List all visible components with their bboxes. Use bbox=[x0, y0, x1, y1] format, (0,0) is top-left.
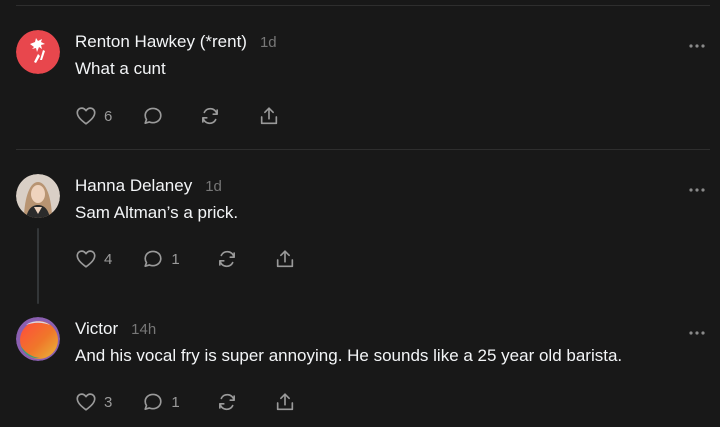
reply-button[interactable]: 1 bbox=[142, 248, 180, 270]
reply-button[interactable] bbox=[142, 105, 164, 127]
more-icon[interactable] bbox=[688, 36, 706, 48]
reply-button[interactable]: 1 bbox=[142, 391, 180, 413]
timestamp: 1d bbox=[259, 34, 277, 51]
share-icon bbox=[274, 391, 296, 413]
repost-button[interactable] bbox=[199, 105, 221, 127]
action-bar: 6 bbox=[75, 104, 280, 128]
share-icon bbox=[258, 105, 280, 127]
post-header: Hanna Delaney 1d bbox=[75, 176, 222, 198]
post-text: Sam Altman’s a prick. bbox=[75, 203, 239, 222]
divider bbox=[16, 149, 710, 150]
like-button[interactable]: 6 bbox=[75, 105, 112, 127]
heart-icon bbox=[75, 105, 97, 127]
username[interactable]: Victor bbox=[75, 319, 118, 339]
username[interactable]: Hanna Delaney bbox=[75, 176, 192, 196]
avatar[interactable] bbox=[16, 174, 60, 218]
action-bar: 3 1 bbox=[75, 390, 296, 414]
thread-feed: Renton Hawkey (*rent) 1d What a cunt 6 H… bbox=[0, 0, 720, 427]
like-count: 6 bbox=[104, 107, 113, 125]
thread-line bbox=[37, 228, 39, 304]
avatar[interactable] bbox=[16, 30, 60, 74]
reply-count: 1 bbox=[171, 393, 180, 411]
post-header: Victor 14h bbox=[75, 319, 156, 341]
post-text: What a cunt bbox=[75, 59, 166, 78]
username[interactable]: Renton Hawkey (*rent) bbox=[75, 32, 247, 52]
divider bbox=[16, 5, 710, 6]
repost-icon bbox=[199, 105, 221, 127]
share-button[interactable] bbox=[274, 248, 296, 270]
repost-icon bbox=[216, 248, 238, 270]
more-icon[interactable] bbox=[688, 323, 706, 335]
action-bar: 4 1 bbox=[75, 247, 296, 271]
avatar[interactable] bbox=[16, 317, 60, 361]
timestamp: 14h bbox=[131, 321, 157, 338]
comment-icon bbox=[142, 105, 164, 127]
like-button[interactable]: 3 bbox=[75, 391, 112, 413]
post-text: And his vocal fry is super annoying. He … bbox=[75, 346, 623, 365]
heart-icon bbox=[75, 391, 97, 413]
comment-icon bbox=[142, 248, 164, 270]
like-button[interactable]: 4 bbox=[75, 248, 112, 270]
repost-button[interactable] bbox=[216, 391, 238, 413]
share-button[interactable] bbox=[258, 105, 280, 127]
repost-icon bbox=[216, 391, 238, 413]
timestamp: 1d bbox=[205, 178, 222, 195]
repost-button[interactable] bbox=[216, 248, 238, 270]
post-header: Renton Hawkey (*rent) 1d bbox=[75, 32, 277, 54]
more-icon[interactable] bbox=[688, 180, 706, 192]
share-icon bbox=[274, 248, 296, 270]
reply-count: 1 bbox=[171, 250, 180, 268]
comment-icon bbox=[142, 391, 164, 413]
like-count: 3 bbox=[104, 393, 113, 411]
like-count: 4 bbox=[104, 250, 113, 268]
heart-icon bbox=[75, 248, 97, 270]
share-button[interactable] bbox=[274, 391, 296, 413]
